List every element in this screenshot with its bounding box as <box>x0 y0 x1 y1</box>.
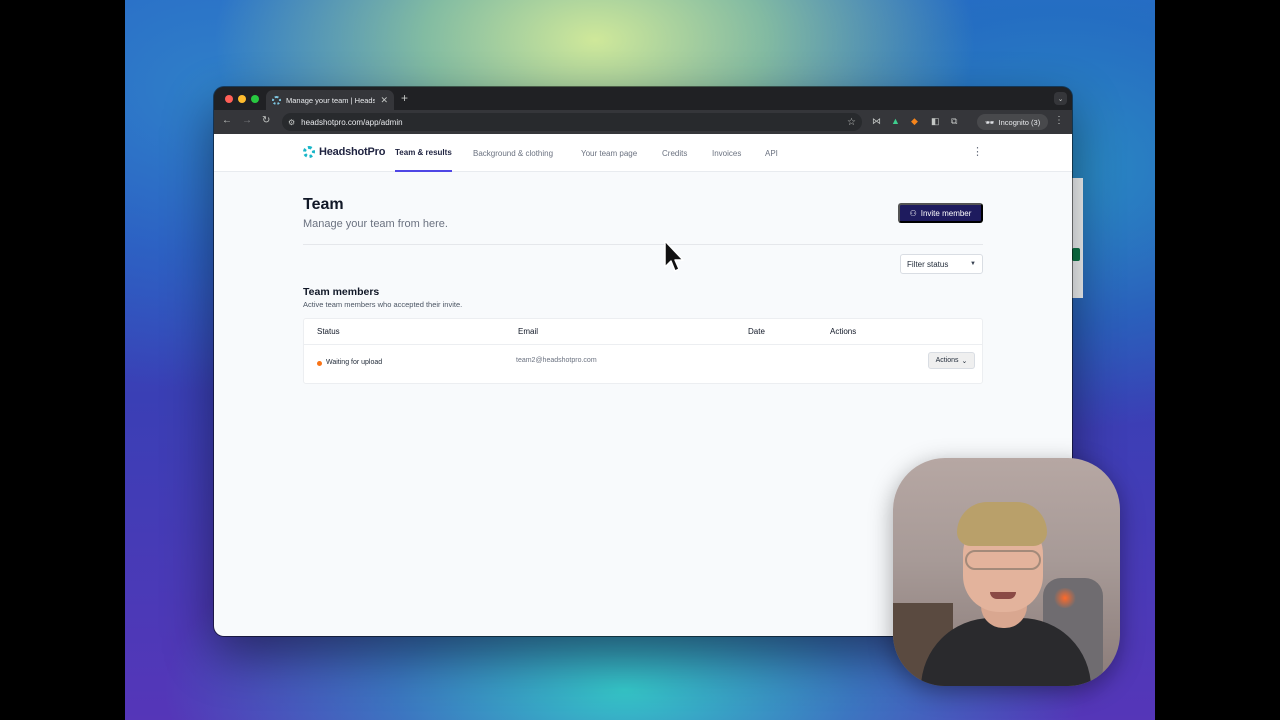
app-header: HeadshotPro Team & results Background & … <box>214 134 1072 172</box>
column-header-date: Date <box>748 327 765 336</box>
invite-member-label: Invite member <box>920 208 972 218</box>
nav-your-team-page[interactable]: Your team page <box>581 134 637 172</box>
incognito-icon: 🕶 <box>985 117 995 127</box>
webcam-hair <box>957 502 1047 546</box>
more-options-icon[interactable]: ⋮ <box>972 145 983 158</box>
page-subtitle: Manage your team from here. <box>303 218 448 230</box>
incognito-indicator[interactable]: 🕶 Incognito (3) <box>977 114 1049 130</box>
column-header-email: Email <box>518 327 539 336</box>
site-info-icon[interactable]: ⚙ <box>288 118 295 127</box>
webcam-glasses <box>965 550 1041 570</box>
extension-reader-icon[interactable]: ◧ <box>931 116 940 127</box>
brand-name: HeadshotPro <box>319 146 386 158</box>
browser-toolbar: ← → ↻ ⚙ headshotpro.com/app/admin ☆ ⋈ ▲ … <box>214 110 1072 134</box>
forward-arrow-icon[interactable]: → <box>242 115 252 126</box>
headshotpro-logo-icon <box>303 146 315 158</box>
status-text: Waiting for upload <box>326 359 383 366</box>
new-tab-icon[interactable]: + <box>401 91 408 105</box>
close-tab-icon[interactable]: ✕ <box>380 95 388 106</box>
page-title: Team <box>303 196 344 213</box>
browser-menu-icon[interactable]: ⋮ <box>1054 115 1064 126</box>
address-bar[interactable]: ⚙ headshotpro.com/app/admin ☆ <box>282 113 862 131</box>
extension-vue-icon[interactable]: ▲ <box>891 116 900 126</box>
maximize-window-button[interactable] <box>251 95 259 103</box>
background-window-button <box>1072 248 1080 261</box>
caret-down-icon: ▼ <box>970 261 976 267</box>
section-subtitle: Active team members who accepted their i… <box>303 300 463 309</box>
webcam-overlay <box>893 458 1120 686</box>
browser-titlebar: Manage your team | Headsho ✕ + ⌄ <box>214 87 1072 110</box>
extension-metamask-icon[interactable]: ◆ <box>911 116 918 127</box>
section-title: Team members <box>303 286 380 298</box>
minimize-window-button[interactable] <box>238 95 246 103</box>
bookmark-star-icon[interactable]: ☆ <box>847 117 856 128</box>
column-header-status: Status <box>317 327 340 336</box>
extensions-puzzle-icon[interactable]: ⧉ <box>951 116 957 127</box>
url-text: headshotpro.com/app/admin <box>301 117 403 127</box>
webcam-lamp <box>1053 588 1077 608</box>
filter-status-select[interactable]: Filter status ▼ <box>900 254 983 274</box>
members-table: Status Email Date Actions Waiting for up… <box>303 318 983 384</box>
window-controls <box>225 95 259 103</box>
filter-status-label: Filter status <box>907 259 949 269</box>
table-header-divider <box>304 344 982 345</box>
column-header-actions: Actions <box>830 327 857 336</box>
incognito-label: Incognito (3) <box>998 117 1041 127</box>
nav-api[interactable]: API <box>765 134 778 172</box>
invite-member-button[interactable]: ⚇ Invite member <box>898 203 983 223</box>
row-actions-label: Actions <box>935 357 959 364</box>
reload-icon[interactable]: ↻ <box>262 115 270 126</box>
chevron-down-icon: ⌄ <box>961 357 968 365</box>
tab-title: Manage your team | Headsho <box>286 95 376 105</box>
background-window <box>1071 178 1083 298</box>
nav-invoices[interactable]: Invoices <box>712 134 741 172</box>
add-user-icon: ⚇ <box>909 208 917 218</box>
headshotpro-favicon-icon <box>272 95 281 105</box>
webcam-mouth <box>990 592 1016 599</box>
email-text: team2@headshotpro.com <box>516 357 597 364</box>
mouse-cursor-icon <box>664 240 684 272</box>
nav-team-results[interactable]: Team & results <box>395 134 452 172</box>
back-arrow-icon[interactable]: ← <box>222 115 232 126</box>
tab-search-icon[interactable]: ⌄ <box>1054 92 1067 105</box>
close-window-button[interactable] <box>225 95 233 103</box>
nav-credits[interactable]: Credits <box>662 134 687 172</box>
brand-logo[interactable]: HeadshotPro <box>303 146 385 158</box>
nav-background-clothing[interactable]: Background & clothing <box>473 134 553 172</box>
extension-code-icon[interactable]: ⋈ <box>872 116 881 127</box>
section-divider <box>303 244 983 245</box>
row-actions-button[interactable]: Actions ⌄ <box>928 352 975 369</box>
browser-tab[interactable]: Manage your team | Headsho ✕ <box>266 90 394 110</box>
status-dot-icon <box>317 361 322 366</box>
